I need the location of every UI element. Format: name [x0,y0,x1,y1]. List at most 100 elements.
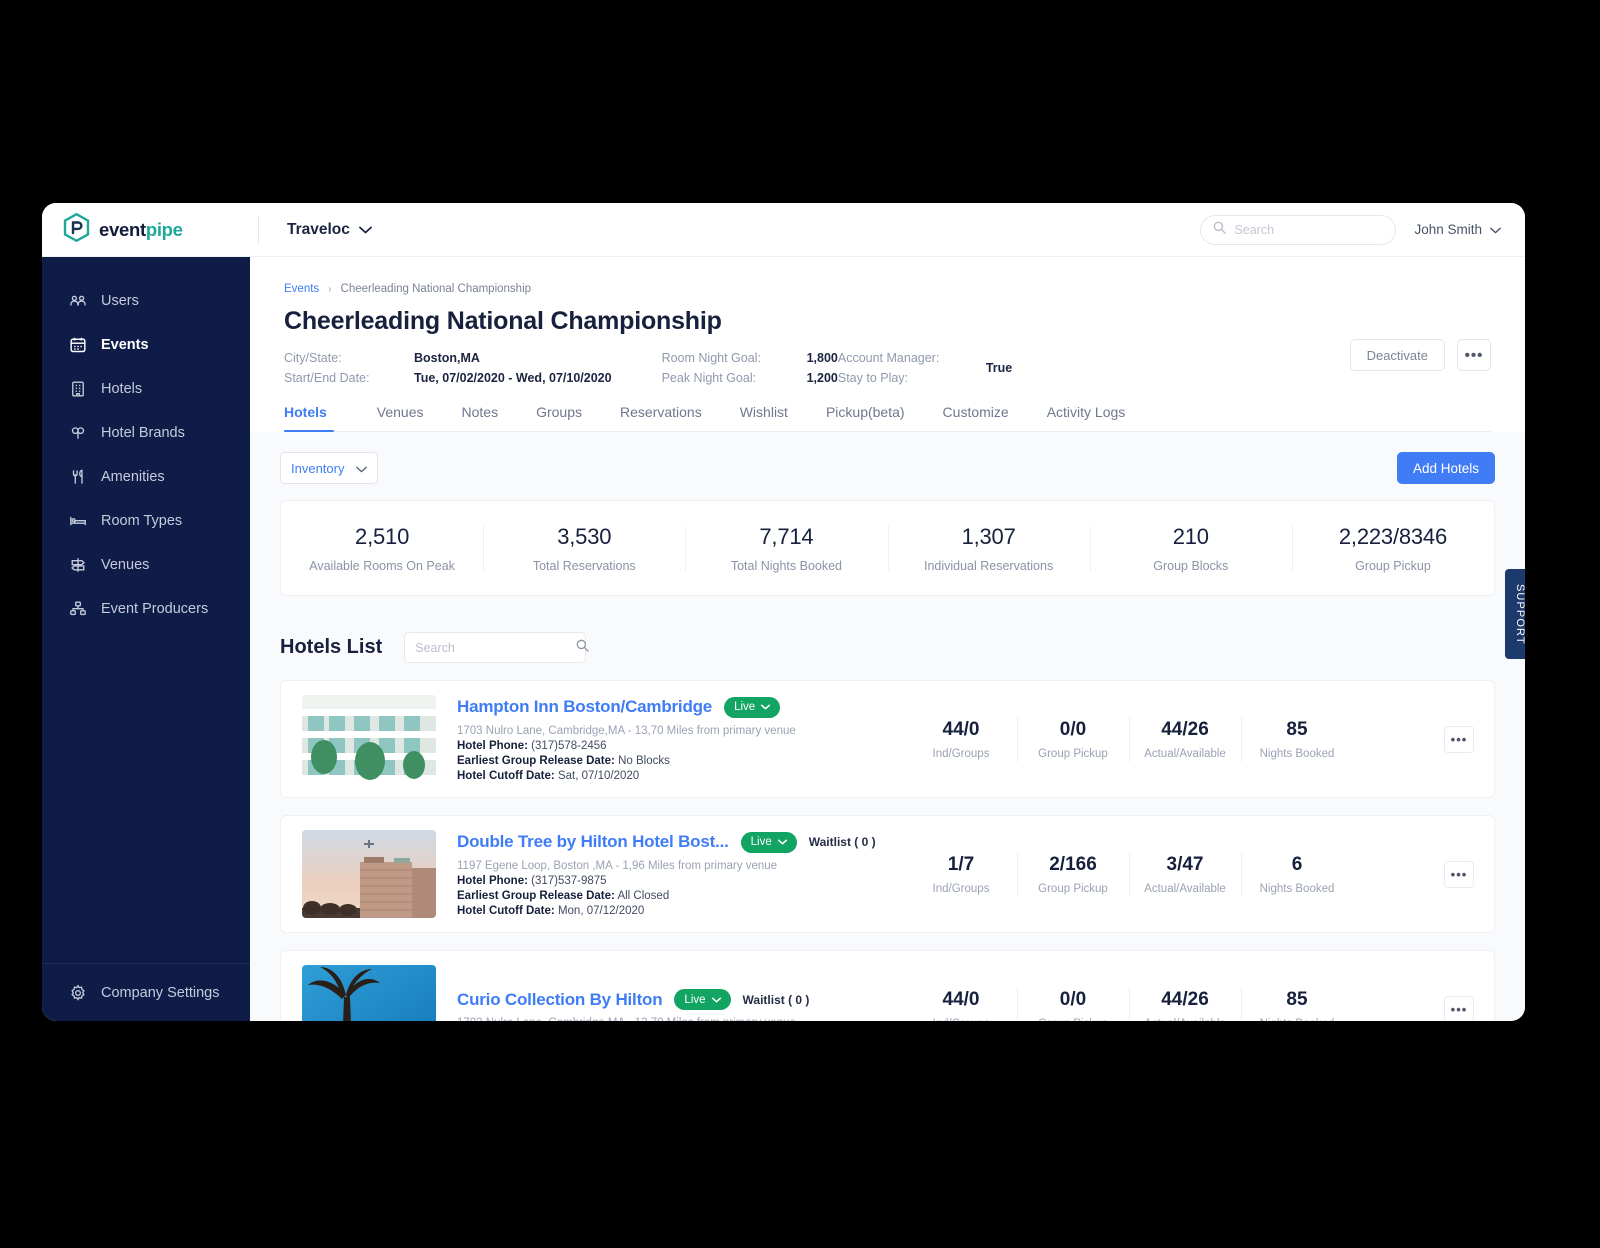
tab-wishlist[interactable]: Wishlist [721,404,807,431]
hotel-release-label: Earliest Group Release Date: [457,754,615,767]
inventory-dropdown[interactable]: Inventory [280,452,379,484]
sidebar: Users Events Hotels Hotel Brands Ameniti… [42,257,250,1021]
hotel-thumbnail [302,965,436,1021]
event-meta: City/State: Start/End Date: Boston,MA Tu… [284,348,1491,388]
brand-tag-icon [69,424,87,442]
tab-venues[interactable]: Venues [358,404,443,431]
users-icon [69,292,87,310]
hotel-thumbnail [302,830,436,918]
user-name-label: John Smith [1414,222,1482,237]
hotel-name-link[interactable]: Hampton Inn Boston/Cambridge [457,697,712,717]
table-row[interactable]: Double Tree by Hilton Hotel Bost... Live… [280,815,1495,933]
hotel-address: 1703 Nulro Lane, Cambridge,MA - 13,70 Mi… [457,1017,877,1021]
search-input[interactable] [1234,222,1375,237]
hotel-name-link[interactable]: Double Tree by Hilton Hotel Bost... [457,832,729,852]
hotel-phone-line: Hotel Phone: (317)537-9875 [457,875,877,887]
hotel-phone-value: (317)537-9875 [531,874,607,887]
breadcrumb: Events › Cheerleading National Champions… [284,283,1491,295]
tab-hotels[interactable]: Hotels [284,404,346,432]
hotel-stat-label: Nights Booked [1241,1018,1353,1022]
stay-to-play-label: Stay to Play: [837,371,909,385]
chevron-down-icon [777,836,787,848]
status-badge[interactable]: Live [740,831,797,853]
table-row[interactable]: Hampton Inn Boston/Cambridge Live 1703 N… [280,680,1495,798]
meta-values: True [986,348,1012,388]
hotel-stat-label: Nights Booked [1259,747,1335,760]
app-logo[interactable]: eventpipe [42,203,250,257]
meta-values: 1,800 1,200 [807,348,838,388]
screenshot-canvas: eventpipe Traveloc John Smith [0,0,1600,1248]
hotel-address: 1703 Nulro Lane, Cambridge,MA - 13,70 Mi… [457,724,796,737]
hotel-stat-value: 0/0 [1059,718,1087,740]
hotel-release-value: No Blocks [618,754,670,767]
chevron-down-icon [359,221,372,239]
content-toolbar: Inventory Add Hotels [280,452,1495,484]
add-hotels-button[interactable]: Add Hotels [1396,452,1495,484]
cutlery-icon [69,468,87,486]
sidebar-item-hotels[interactable]: Hotels [42,367,250,411]
hotel-stat-group-pickup: 0/0 Group Pickup [1017,715,1129,764]
breadcrumb-root[interactable]: Events [284,283,319,295]
hotels-list-title: Hotels List [280,636,383,658]
status-badge[interactable]: Live [674,989,731,1010]
stat-total-nights-booked: 7,714 Total Nights Booked [685,518,887,579]
tenant-label: Traveloc [287,220,350,238]
sidebar-item-hotel-brands[interactable]: Hotel Brands [42,411,250,455]
hotels-list-search[interactable] [404,632,589,663]
sidebar-item-label: Amenities [101,469,165,485]
stat-label: Total Nights Booked [730,558,843,573]
city-state-label: City/State: [284,351,342,365]
meta-labels: City/State: Start/End Date: [284,348,414,388]
peak-night-goal-value: 1,200 [806,371,838,385]
sidebar-item-venues[interactable]: Venues [42,543,250,587]
row-more-button[interactable]: ••• [1444,860,1474,888]
hotel-stat-value: 3/47 [1166,853,1204,875]
sidebar-item-company-settings[interactable]: Company Settings [42,963,250,1021]
hotels-search-input[interactable] [415,640,577,655]
stat-available-rooms-on-peak: 2,510 Available Rooms On Peak [281,518,483,579]
calendar-icon [69,336,87,354]
stat-group-pickup: 2,223/8346 Group Pickup [1291,518,1494,579]
sidebar-item-label: Venues [101,557,150,573]
hotel-stat-label: Ind/Groups [932,747,990,760]
tab-notes[interactable]: Notes [443,404,518,431]
hotel-stat-nights-booked: 85 Nights Booked [1241,715,1353,764]
meta-values: Boston,MA Tue, 07/02/2020 - Wed, 07/10/2… [414,348,612,388]
hotel-stat-label: Nights Booked [1259,882,1335,895]
hotel-phone-label: Hotel Phone: [457,874,528,887]
stat-label: Group Blocks [1153,558,1229,573]
hotel-stat-label: Actual/Available [1129,1018,1241,1022]
tab-activity-logs[interactable]: Activity Logs [1028,404,1145,431]
global-search[interactable] [1200,214,1397,245]
hotel-cutoff-value: Mon, 07/12/2020 [557,904,645,917]
hotel-stat-ind-groups: 44/0 Ind/Groups [905,715,1017,764]
sidebar-item-amenities[interactable]: Amenities [42,455,250,499]
user-menu[interactable]: John Smith [1414,222,1501,237]
hotel-cutoff-line: Hotel Cutoff Date: Mon, 07/12/2020 [457,905,877,917]
stat-group-blocks: 210 Group Blocks [1089,518,1292,579]
header-more-button[interactable]: ••• [1457,339,1491,371]
tenant-switcher[interactable]: Traveloc [287,221,372,239]
deactivate-button[interactable]: Deactivate [1349,339,1445,371]
sidebar-item-users[interactable]: Users [42,279,250,323]
app-window: eventpipe Traveloc John Smith [42,203,1525,1021]
sidebar-item-events[interactable]: Events [42,323,250,367]
sidebar-item-room-types[interactable]: Room Types [42,499,250,543]
sidebar-item-event-producers[interactable]: Event Producers [42,587,250,631]
tab-customize[interactable]: Customize [924,404,1028,431]
hotel-stat-label: Group Pickup [1017,1018,1129,1022]
support-tab[interactable]: SUPPORT [1505,569,1525,659]
hotel-name-link[interactable]: Curio Collection By Hilton [457,990,663,1010]
tab-pickup-beta[interactable]: Pickup(beta) [807,404,924,431]
status-badge[interactable]: Live [724,696,781,718]
row-more-button[interactable]: ••• [1444,725,1474,753]
table-row[interactable]: Curio Collection By Hilton Live Waitlist… [280,950,1495,1021]
row-more-button[interactable]: ••• [1444,995,1474,1021]
hotel-stat-group-pickup: 0/0 Group Pickup [1017,985,1129,1022]
tab-reservations[interactable]: Reservations [601,404,721,431]
tab-groups[interactable]: Groups [517,404,601,431]
summary-stats: 2,510 Available Rooms On Peak 3,530 Tota… [280,500,1495,596]
hotel-phone-value: (317)578-2456 [531,739,607,752]
hotel-stat-group-pickup: 2/166 Group Pickup [1017,850,1129,899]
hotel-stat-value: 85 [1286,988,1308,1010]
